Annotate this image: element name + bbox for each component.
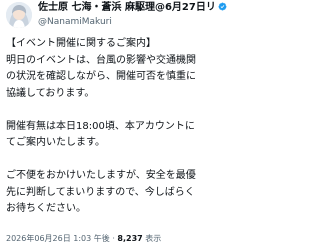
display-name[interactable]: 佐士原 七海・蒼浜 麻駆理@6月27日リ [38,1,244,14]
tweet-line: 協議しております。 [6,87,95,99]
avatar-illustration [6,2,32,28]
tweet-header: 佐士原 七海・蒼浜 麻駆理@6月27日リ @NanamiMakuri [0,0,249,31]
tweet-line: 【イベント開催に関するご案内】 [6,38,156,49]
tweet-line: の状況を確認しながら、開催可否を慎重に [6,71,196,82]
tweet-line: 開催有無は本日18:00頃、本アカウントに [6,120,195,132]
view-count-label: 表示 [145,234,162,243]
tweet-line: ご不便をおかけいたしますが、安全を最優 [6,170,196,181]
tweet-meta: 2026年06月26日 1:03 午後 · 8,237 表示 [6,233,161,245]
tweet-line: てご案内いたします。 [6,137,105,148]
user-handle[interactable]: @NanamiMakuri [38,16,112,28]
view-count: 8,237 [117,234,143,243]
verified-badge-icon [218,2,227,11]
meta-separator: · [112,234,115,243]
display-name-text: 佐士原 七海・蒼浜 麻駆理@6月27日リ [38,2,216,13]
tweet-text: 【イベント開催に関するご案内】 明日のイベントは、台風の影響や交通機関 の状況を… [6,36,246,218]
tweet-line: お待ちください。 [6,203,86,214]
avatar[interactable] [6,2,32,28]
tweet-line: 先に判断してまいりますので、今しばらく [6,186,195,198]
post-timestamp[interactable]: 2026年06月26日 1:03 午後 [6,234,110,243]
tweet-line: 明日のイベントは、台風の影響や交通機関 [6,54,196,66]
